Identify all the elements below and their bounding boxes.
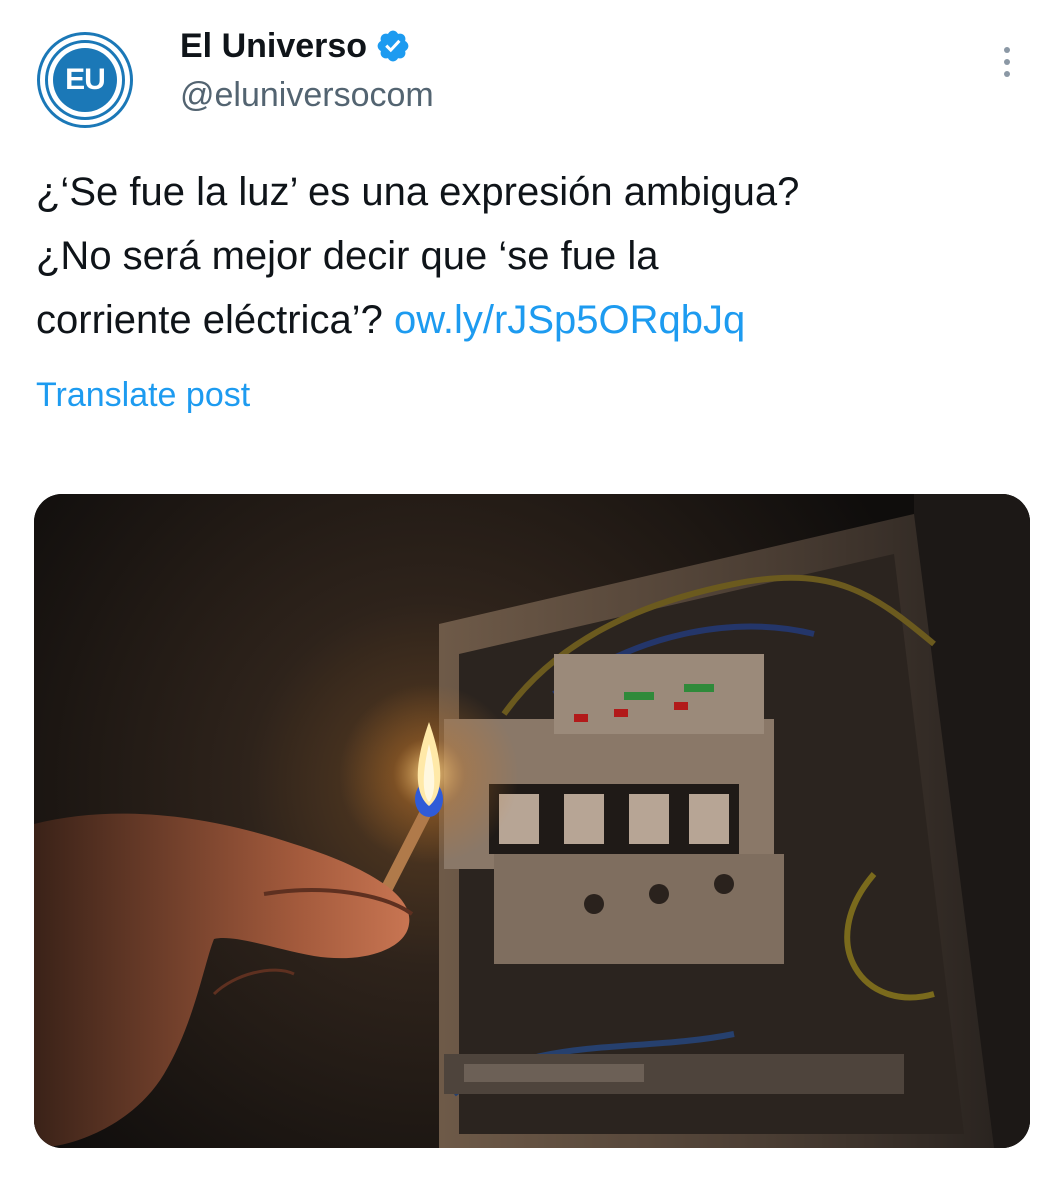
verified-badge-icon [377,30,409,62]
translate-post-link[interactable]: Translate post [36,376,250,415]
tweet-text-line-with-link: corriente eléctrica’? ow.ly/rJSp5ORqbJq [36,288,1026,352]
tweet-text-line: corriente eléctrica’? [36,298,383,342]
tweet-text: ¿‘Se fue la luz’ es una expresión ambigu… [36,160,1026,352]
avatar-logo-text: EU [53,48,117,112]
tweet-link[interactable]: ow.ly/rJSp5ORqbJq [394,298,745,342]
more-options-icon-dot [1004,71,1010,77]
author-avatar[interactable]: EU [37,32,133,128]
more-options-button[interactable] [990,40,1024,84]
author-handle[interactable]: @eluniversocom [180,76,434,115]
author-name-row[interactable]: El Universo [180,24,411,68]
more-options-icon-dot [1004,59,1010,65]
photo-icon [34,494,1030,1148]
tweet-text-line: ¿No será mejor decir que ‘se fue la [36,234,659,278]
author-display-name[interactable]: El Universo [180,27,367,66]
more-options-icon [1004,47,1010,53]
tweet-media-photo[interactable] [34,494,1030,1148]
tweet-text-line: ¿‘Se fue la luz’ es una expresión ambigu… [36,170,800,214]
